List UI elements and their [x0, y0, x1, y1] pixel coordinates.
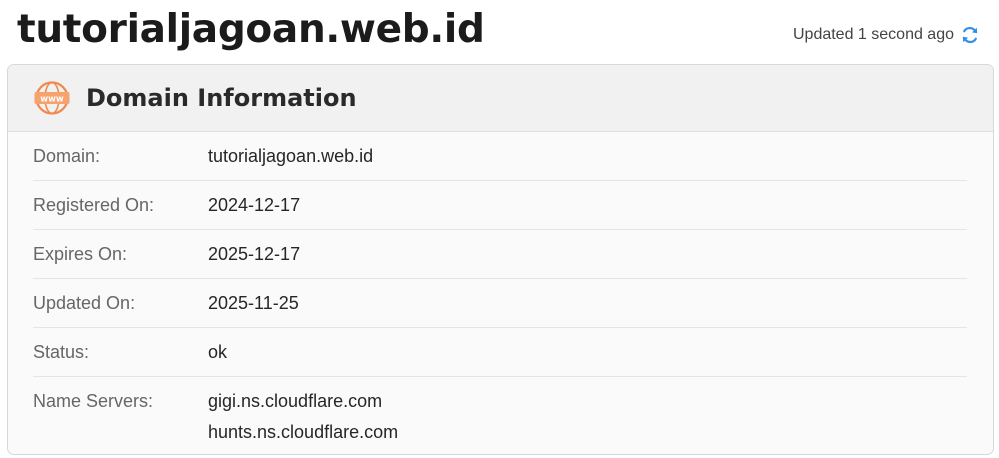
row-label: Updated On:: [33, 293, 136, 313]
page-header: tutorialjagoan.web.id Updated 1 second a…: [0, 0, 999, 64]
row-status: Status: ok: [33, 328, 967, 377]
row-value: 2024-12-17: [208, 195, 301, 215]
info-rows: Domain: tutorialjagoan.web.id Registered…: [8, 132, 993, 447]
row-updated-on: Updated On: 2025-11-25: [33, 279, 967, 328]
card-header: www Domain Information: [8, 65, 993, 132]
row-value: 2025-12-17: [208, 244, 301, 264]
domain-info-card: www Domain Information Domain: tutorialj…: [7, 64, 994, 455]
name-server-item: hunts.ns.cloudflare.com: [208, 422, 399, 442]
row-domain: Domain: tutorialjagoan.web.id: [33, 132, 967, 181]
row-label: Registered On:: [33, 195, 155, 215]
name-server-item: gigi.ns.cloudflare.com: [208, 391, 383, 411]
refresh-icon[interactable]: [960, 25, 980, 45]
row-label: Name Servers:: [33, 391, 154, 411]
updated-text: Updated 1 second ago: [792, 26, 954, 43]
row-value: ok: [208, 342, 228, 362]
www-icon: www: [33, 81, 71, 115]
row-value: tutorialjagoan.web.id: [208, 146, 374, 166]
row-label: Domain:: [33, 146, 101, 166]
name-server-list: gigi.ns.cloudflare.com hunts.ns.cloudfla…: [208, 389, 398, 447]
card-title: Domain Information: [86, 84, 357, 112]
svg-text:www: www: [40, 95, 64, 105]
row-registered-on: Registered On: 2024-12-17: [33, 181, 967, 230]
row-expires-on: Expires On: 2025-12-17: [33, 230, 967, 279]
row-name-servers: Name Servers: gigi.ns.cloudflare.com hun…: [33, 377, 967, 447]
last-updated: Updated 1 second ago: [793, 25, 980, 45]
row-label: Expires On:: [33, 244, 128, 264]
row-value: 2025-11-25: [208, 293, 299, 313]
row-label: Status:: [33, 342, 90, 362]
page-title: tutorialjagoan.web.id: [17, 7, 485, 52]
